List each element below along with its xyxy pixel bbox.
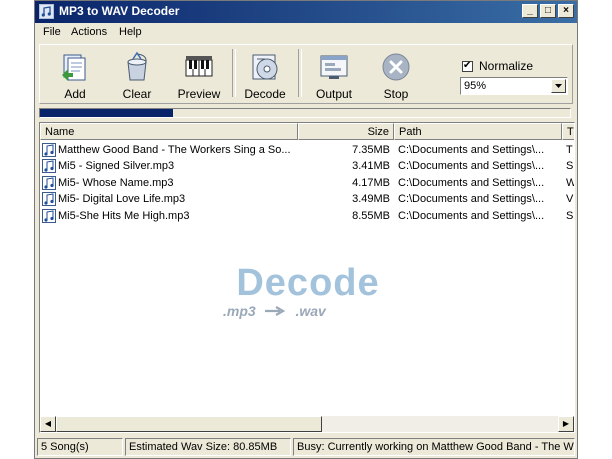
column-header-path[interactable]: Path — [394, 123, 562, 140]
row-path: C:\Documents and Settings\... — [398, 210, 545, 222]
add-files-icon — [62, 54, 86, 81]
row-type: S — [566, 210, 574, 222]
minimize-button[interactable]: _ — [522, 4, 538, 18]
add-label: Add — [64, 87, 86, 101]
row-type: V — [566, 193, 574, 205]
status-busy-message: Busy: Currently working on Matthew Good … — [293, 438, 575, 456]
toolbar-separator — [232, 49, 236, 97]
clear-bucket-icon — [127, 51, 147, 81]
menu-help[interactable]: Help — [119, 26, 142, 38]
table-row[interactable]: Matthew Good Band - The Workers Sing a S… — [40, 142, 574, 158]
menu-bar: File Actions Help — [35, 23, 577, 42]
stop-label: Stop — [383, 87, 409, 101]
scroll-left-button[interactable]: ◀ — [40, 416, 56, 432]
output-button[interactable]: Output — [307, 49, 361, 101]
toolbar: Add Clear Preview Decode Output Stop — [39, 44, 573, 104]
output-label: Output — [315, 87, 353, 101]
stop-button[interactable]: Stop — [369, 49, 423, 101]
row-size: 3.49MB — [352, 193, 390, 205]
row-name: Matthew Good Band - The Workers Sing a S… — [58, 144, 291, 156]
clear-label: Clear — [122, 87, 152, 101]
music-file-icon — [42, 209, 56, 223]
app-icon[interactable] — [39, 4, 54, 19]
clear-button[interactable]: Clear — [110, 49, 164, 101]
dropdown-button[interactable] — [551, 79, 566, 93]
scroll-right-button[interactable]: ▶ — [558, 416, 574, 432]
row-size: 7.35MB — [352, 144, 390, 156]
column-header-type[interactable]: T — [562, 123, 574, 140]
row-type: T — [566, 144, 573, 156]
column-header-size[interactable]: Size — [298, 123, 394, 140]
watermark-from: .mp3 — [223, 303, 256, 319]
scroll-thumb[interactable] — [56, 416, 322, 432]
toolbar-separator — [298, 49, 302, 97]
list-header: Name Size Path T — [40, 123, 574, 140]
status-estimated-size: Estimated Wav Size: 80.85MB — [125, 438, 291, 456]
title-bar[interactable]: MP3 to WAV Decoder _ □ × — [35, 1, 577, 23]
window-title: MP3 to WAV Decoder — [59, 4, 180, 18]
normalize-level-select[interactable]: 95% — [460, 77, 568, 95]
row-path: C:\Documents and Settings\... — [398, 144, 545, 156]
decode-button[interactable]: Decode — [238, 49, 292, 101]
output-window-icon — [320, 55, 348, 79]
progress-bar — [39, 108, 571, 118]
app-window: MP3 to WAV Decoder _ □ × File Actions He… — [34, 0, 578, 459]
status-bar: 5 Song(s) Estimated Wav Size: 80.85MB Bu… — [35, 437, 577, 457]
menu-file[interactable]: File — [43, 26, 61, 38]
status-song-count: 5 Song(s) — [37, 438, 123, 456]
row-path: C:\Documents and Settings\... — [398, 177, 545, 189]
row-path: C:\Documents and Settings\... — [398, 160, 545, 172]
normalize-checkbox[interactable]: ✔ — [462, 60, 473, 72]
row-type: W — [566, 177, 574, 189]
song-list[interactable]: Name Size Path T Matthew Good Band - The… — [39, 122, 575, 433]
normalize-level-value: 95% — [464, 80, 487, 92]
decode-watermark-title: Decode — [236, 262, 380, 304]
menu-actions[interactable]: Actions — [71, 26, 107, 38]
checkmark-icon: ✔ — [463, 60, 472, 71]
row-name: Mi5-She Hits Me High.mp3 — [58, 210, 190, 222]
row-path: C:\Documents and Settings\... — [398, 193, 545, 205]
column-header-name[interactable]: Name — [40, 123, 298, 140]
table-row[interactable]: Mi5 - Signed Silver.mp3 3.41MB C:\Docume… — [40, 158, 574, 174]
decode-label: Decode — [244, 87, 286, 101]
progress-fill — [40, 109, 173, 117]
stop-icon — [382, 53, 410, 81]
table-row[interactable]: Mi5-She Hits Me High.mp3 8.55MB C:\Docum… — [40, 208, 574, 224]
close-button[interactable]: × — [558, 4, 574, 18]
decode-disc-icon — [252, 54, 278, 80]
add-button[interactable]: Add — [48, 49, 102, 101]
arrow-right-icon — [264, 306, 285, 316]
decode-watermark-subtitle: .mp3 .wav — [223, 303, 326, 319]
preview-button[interactable]: Preview — [172, 49, 226, 101]
row-name: Mi5- Whose Name.mp3 — [58, 177, 174, 189]
row-name: Mi5 - Signed Silver.mp3 — [58, 160, 175, 172]
row-type: S — [566, 160, 574, 172]
piano-icon — [185, 56, 213, 77]
music-file-icon — [42, 159, 56, 173]
row-size: 3.41MB — [352, 160, 390, 172]
row-size: 8.55MB — [352, 210, 390, 222]
maximize-button[interactable]: □ — [540, 4, 556, 18]
normalize-label: Normalize — [479, 59, 534, 73]
chevron-down-icon — [555, 84, 562, 88]
row-size: 4.17MB — [352, 177, 390, 189]
row-name: Mi5- Digital Love Life.mp3 — [58, 193, 186, 205]
music-file-icon — [42, 176, 56, 190]
table-row[interactable]: Mi5- Digital Love Life.mp3 3.49MB C:\Doc… — [40, 191, 574, 207]
watermark-to: .wav — [295, 303, 326, 319]
horizontal-scrollbar[interactable]: ◀ ▶ — [40, 416, 574, 432]
preview-label: Preview — [177, 87, 221, 101]
music-file-icon — [42, 192, 56, 206]
music-file-icon — [42, 143, 56, 157]
table-row[interactable]: Mi5- Whose Name.mp3 4.17MB C:\Documents … — [40, 175, 574, 191]
